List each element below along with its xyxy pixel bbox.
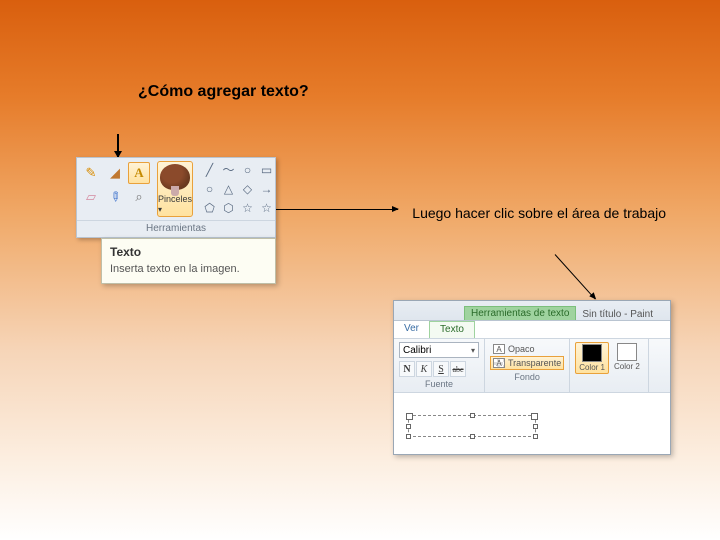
pencil-tool[interactable]: ✎ xyxy=(80,162,102,184)
shape-oval[interactable]: ○ xyxy=(239,161,256,178)
shape-rect[interactable]: ▭ xyxy=(258,161,275,178)
shape-star4[interactable]: ☆ xyxy=(239,199,256,216)
picker-tool[interactable]: ✎ xyxy=(99,181,130,212)
magnifier-tool[interactable]: ⌕ xyxy=(128,186,150,208)
color-1-swatch xyxy=(582,344,602,362)
shape-line[interactable]: ╱ xyxy=(201,161,218,178)
colors-group: Color 1 Color 2 xyxy=(570,339,649,392)
tooltip-title: Texto xyxy=(110,245,267,259)
text-selection-box[interactable] xyxy=(408,415,536,437)
font-group: Calibri N K S abc Fuente xyxy=(394,339,485,392)
slide-title: ¿Cómo agregar texto? xyxy=(138,83,309,101)
background-group: AOpaco ATransparente Fondo xyxy=(485,339,570,392)
text-tool[interactable]: A xyxy=(128,162,150,184)
shape-star5[interactable]: ☆ xyxy=(258,199,275,216)
underline-button[interactable]: S xyxy=(433,361,449,377)
opaque-option[interactable]: AOpaco xyxy=(490,342,564,356)
eraser-tool[interactable]: ▱ xyxy=(80,186,102,208)
fill-tool[interactable]: ◢ xyxy=(104,162,126,184)
shape-pentagon[interactable]: ⬠ xyxy=(201,199,218,216)
title-bar: Herramientas de texto Sin título - Paint xyxy=(394,301,670,321)
tooltip: Texto Inserta texto en la imagen. xyxy=(101,238,276,284)
transparent-option[interactable]: ATransparente xyxy=(490,356,564,370)
tab-view[interactable]: Ver xyxy=(394,321,429,338)
background-group-label: Fondo xyxy=(490,370,564,384)
ribbon-tabs: Ver Texto xyxy=(394,321,670,339)
color-2[interactable]: Color 2 xyxy=(611,342,643,372)
brush-icon xyxy=(160,164,190,190)
arrow-down-icon xyxy=(117,134,119,157)
context-tab[interactable]: Herramientas de texto xyxy=(464,306,576,320)
strike-button[interactable]: abc xyxy=(450,361,466,377)
shape-hexagon[interactable]: ⬡ xyxy=(220,199,237,216)
text-ribbon-panel: Herramientas de texto Sin título - Paint… xyxy=(393,300,671,455)
italic-button[interactable]: K xyxy=(416,361,432,377)
tools-group-label: Herramientas xyxy=(77,220,275,237)
shape-diamond[interactable]: ◇ xyxy=(239,180,256,197)
tooltip-body: Inserta texto en la imagen. xyxy=(110,263,267,275)
shapes-gallery[interactable]: ╱ 〜 ○ ▭ ○ △ ◇ → ⬠ ⬡ ☆ ☆ xyxy=(197,158,279,220)
brush-label: Pinceles xyxy=(158,194,192,214)
canvas-area[interactable] xyxy=(394,392,670,454)
shape-arrow[interactable]: → xyxy=(258,180,275,197)
shape-circle[interactable]: ○ xyxy=(201,180,218,197)
bold-button[interactable]: N xyxy=(399,361,415,377)
shape-triangle[interactable]: △ xyxy=(220,180,237,197)
brushes-dropdown[interactable]: Pinceles xyxy=(157,161,193,217)
font-group-label: Fuente xyxy=(399,377,479,391)
tab-text[interactable]: Texto xyxy=(429,321,475,338)
font-name-select[interactable]: Calibri xyxy=(399,342,479,358)
color-2-swatch xyxy=(617,343,637,361)
shape-curve[interactable]: 〜 xyxy=(220,161,237,178)
instruction-text: Luego hacer clic sobre el área de trabaj… xyxy=(406,204,666,222)
color-1[interactable]: Color 1 xyxy=(575,342,609,374)
window-title: Sin título - Paint xyxy=(582,309,653,320)
tools-panel: ✎ ◢ A ▱ ✎ ⌕ Pinceles ╱ 〜 ○ ▭ ○ △ ◇ → ⬠ xyxy=(76,157,276,238)
arrow-diagonal-icon xyxy=(555,254,596,299)
